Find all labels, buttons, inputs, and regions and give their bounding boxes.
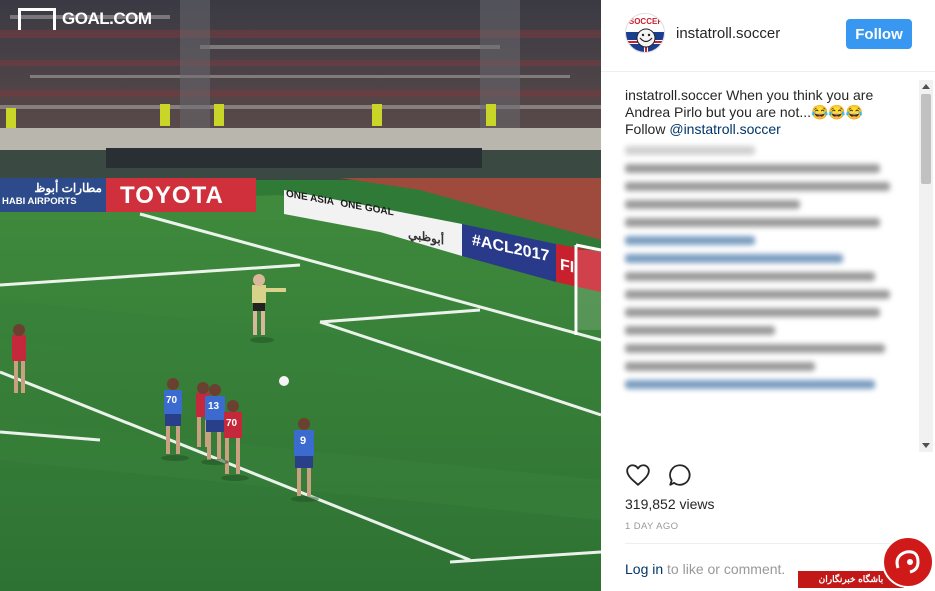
- comments-section[interactable]: instatroll.soccer When you think you are…: [601, 80, 935, 452]
- stadium-scene: [0, 0, 601, 591]
- login-suffix: to like or comment.: [663, 561, 786, 577]
- login-prompt: Log in to like or comment.: [625, 561, 785, 577]
- scroll-down-icon[interactable]: [922, 443, 930, 448]
- goal-logo: GOAL.COM: [18, 8, 152, 30]
- comment-icon[interactable]: [667, 462, 693, 488]
- post-media[interactable]: مطارات أبوظ HABI AIRPORTS TOYOTA ONE ASI…: [0, 0, 601, 591]
- scrollbar-thumb[interactable]: [921, 94, 931, 184]
- comments-scrollbar[interactable]: [919, 80, 933, 452]
- heart-icon[interactable]: [625, 462, 651, 488]
- scroll-up-icon[interactable]: [922, 84, 930, 89]
- watermark-logo: باشگاه خبرنگاران: [798, 536, 935, 591]
- post-date: 1 DAY AGO: [625, 521, 679, 532]
- jersey-number: 9: [300, 435, 307, 447]
- caption-username-link[interactable]: instatroll.soccer: [625, 87, 722, 103]
- board-airports: مطارات أبوظ HABI AIRPORTS: [2, 182, 102, 208]
- blurred-comments: [625, 146, 900, 398]
- goal-logo-text: GOAL.COM: [62, 9, 152, 28]
- board-toyota: TOYOTA: [120, 182, 224, 209]
- jersey-number: 70: [166, 395, 178, 406]
- post-header: SOCCER instatroll.soccer Follow: [601, 0, 935, 72]
- views-count: 319,852 views: [625, 496, 715, 512]
- board-airports-ar: مطارات أبوظ: [34, 181, 102, 195]
- login-link[interactable]: Log in: [625, 561, 663, 577]
- jersey-number: 70: [226, 418, 238, 429]
- follow-button[interactable]: Follow: [846, 19, 912, 49]
- caption-mention-link[interactable]: @instatroll.soccer: [669, 121, 780, 137]
- post-actions: [625, 462, 693, 488]
- post-caption: instatroll.soccer When you think you are…: [625, 87, 910, 138]
- jersey-number: 13: [208, 401, 220, 412]
- caption-follow-prefix: Follow: [625, 121, 670, 137]
- goal-logo-icon: [18, 8, 56, 30]
- header-username-link[interactable]: instatroll.soccer: [676, 25, 780, 42]
- avatar[interactable]: SOCCER: [625, 13, 665, 53]
- board-airports-en: HABI AIRPORTS: [2, 196, 77, 207]
- post-panel: SOCCER instatroll.soccer Follow instatro…: [601, 0, 935, 591]
- board-fi: FI: [560, 256, 575, 277]
- avatar-text: SOCCER: [628, 17, 664, 26]
- watermark-circle-icon: [882, 536, 934, 588]
